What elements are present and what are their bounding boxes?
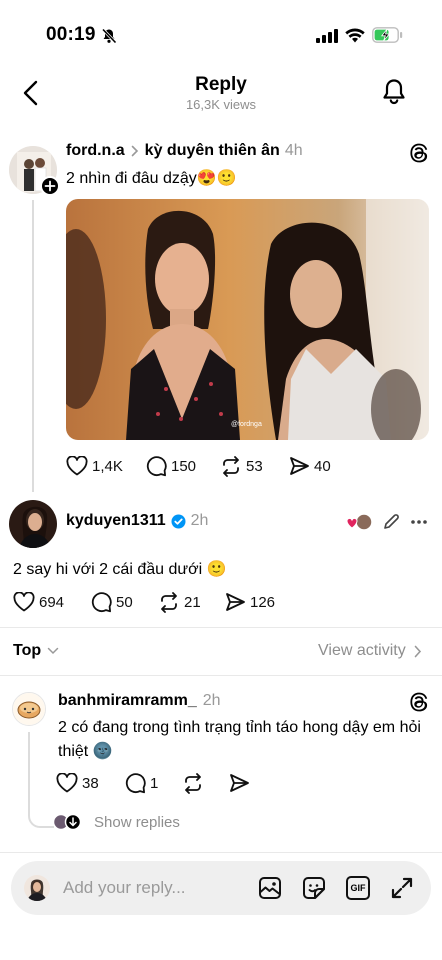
thread-line: [32, 200, 34, 492]
reply-header: kyduyen1311 2h: [66, 512, 208, 530]
gif-label: GIF: [350, 883, 366, 893]
reply-avatars-stack: [52, 813, 84, 831]
sort-label: Top: [13, 642, 42, 659]
threads-logo-icon[interactable]: [409, 142, 429, 164]
page-title: Reply: [195, 74, 247, 95]
sort-dropdown[interactable]: Top: [13, 642, 59, 660]
heart-icon: [66, 456, 88, 476]
wifi-icon: [345, 27, 365, 43]
view-activity-link[interactable]: View activity: [318, 642, 422, 660]
avatar-kyduyen1311[interactable]: [9, 500, 57, 548]
repost-icon: [161, 592, 177, 613]
post-time: 4h: [284, 142, 303, 159]
more-options-button[interactable]: [410, 519, 428, 525]
reply-comment-count: 50: [116, 594, 133, 611]
comment-icon: [146, 456, 167, 477]
reply-author[interactable]: kyduyen1311: [66, 512, 166, 530]
expand-button[interactable]: [390, 876, 414, 900]
reply-comment-button[interactable]: 50: [91, 592, 133, 613]
send-icon: [290, 457, 309, 475]
reply-time: 2h: [190, 512, 209, 529]
signal-icon: [316, 29, 338, 43]
bell-slash-icon: [101, 28, 117, 44]
comment-like-count: 38: [82, 774, 99, 792]
chevron-right-icon: [131, 145, 139, 157]
post-text: 2 nhìn đi đâu dzậy😍🙂: [66, 170, 237, 187]
send-icon: [226, 593, 245, 611]
pencil-icon: [384, 514, 399, 529]
repost-count: 53: [246, 458, 263, 475]
reply-button[interactable]: 150: [146, 456, 196, 477]
sticker-button[interactable]: [302, 876, 326, 900]
my-avatar: [24, 875, 50, 901]
like-count: 1,4K: [92, 457, 123, 475]
view-activity-label: View activity: [318, 642, 406, 659]
image-icon: [259, 877, 281, 899]
reply-like-button[interactable]: 694: [13, 592, 64, 612]
gif-button[interactable]: GIF: [346, 876, 370, 900]
thread-curve: [28, 814, 54, 828]
comment-author[interactable]: banhmiramramm_: [58, 692, 197, 710]
sticker-icon: [303, 877, 325, 899]
view-count: 16,3K views: [185, 97, 257, 112]
edit-button[interactable]: [382, 513, 400, 531]
reply-to-user[interactable]: kỳ duyên thiên ân: [145, 142, 280, 160]
heart-icon: [13, 592, 35, 612]
comment-text: 2 có đang trong tình trạng tỉnh táo hong…: [58, 719, 421, 760]
comment-icon: [91, 592, 112, 613]
thread-line: [28, 732, 30, 816]
follow-plus-icon[interactable]: [40, 176, 60, 196]
post-header: ford.n.a kỳ duyên thiên ân 4h: [66, 142, 303, 160]
comment-reply-button[interactable]: 1: [125, 773, 158, 794]
like-button[interactable]: 1,4K: [66, 456, 123, 476]
image-watermark: @fordnga: [231, 421, 262, 428]
reply-input[interactable]: Add your reply...: [63, 878, 186, 898]
repost-icon: [223, 456, 239, 477]
comment-share-button[interactable]: [229, 773, 250, 793]
chevron-down-icon: [47, 647, 59, 655]
author-liked-indicator: [346, 513, 374, 531]
post-image[interactable]: @fordnga: [66, 199, 429, 440]
reply-repost-button[interactable]: 21: [158, 592, 201, 613]
comment-time: 2h: [202, 692, 221, 709]
reply-like-count: 694: [39, 593, 65, 611]
reply-share-count: 126: [250, 593, 276, 611]
threads-logo-icon[interactable]: [409, 691, 429, 713]
notifications-button[interactable]: [382, 78, 406, 106]
divider: [0, 675, 442, 676]
divider: [0, 627, 442, 628]
verified-badge-icon: [171, 514, 186, 529]
show-replies-link[interactable]: Show replies: [94, 814, 180, 831]
image-attach-button[interactable]: [258, 876, 282, 900]
bell-icon: [383, 79, 405, 105]
chevron-right-icon: [414, 645, 422, 658]
battery-charging-icon: [372, 27, 403, 43]
divider: [0, 852, 442, 853]
comment-repost-button[interactable]: [182, 773, 204, 794]
reply-count: 150: [171, 458, 197, 475]
reply-repost-count: 21: [184, 594, 201, 611]
comment-like-button[interactable]: 38: [56, 773, 99, 793]
send-icon: [230, 774, 249, 792]
share-count: 40: [314, 457, 331, 475]
share-button[interactable]: 40: [289, 456, 331, 476]
comment-icon: [125, 773, 146, 794]
avatar-banhmiramramm[interactable]: [12, 692, 46, 726]
more-icon: [411, 520, 427, 524]
reply-share-button[interactable]: 126: [225, 592, 275, 612]
heart-icon: [56, 773, 78, 793]
comment-header: banhmiramramm_ 2h: [58, 692, 221, 710]
post-author[interactable]: ford.n.a: [66, 142, 125, 160]
repost-icon: [185, 773, 201, 794]
expand-icon: [391, 877, 413, 899]
comment-reply-count: 1: [150, 775, 159, 792]
status-time: 00:19: [46, 24, 96, 45]
reply-text: 2 say hi với 2 cái đầu dưới 🙂: [13, 561, 227, 578]
repost-button[interactable]: 53: [220, 456, 263, 477]
